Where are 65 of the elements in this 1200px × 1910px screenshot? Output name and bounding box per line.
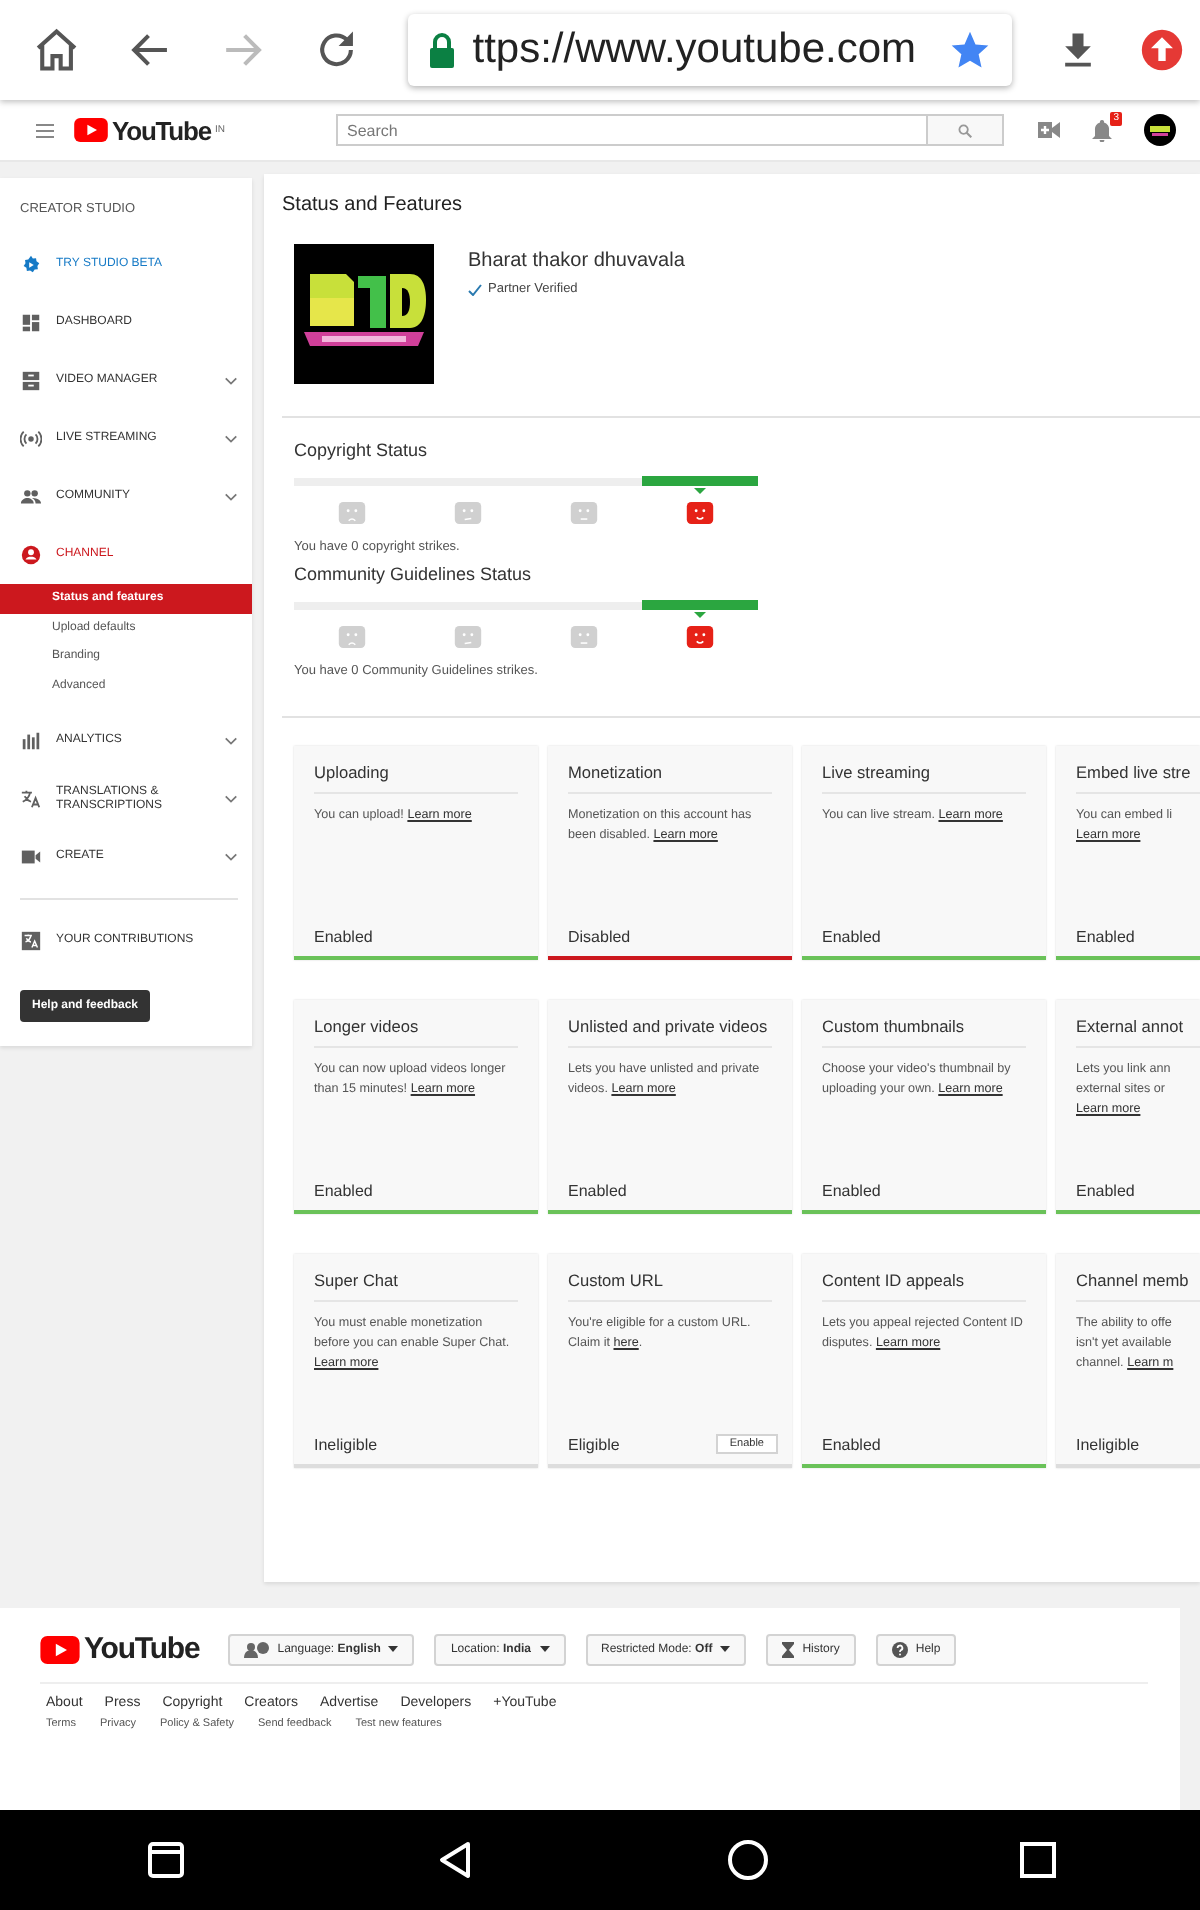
feature-status: Enabled bbox=[822, 1436, 881, 1454]
page-title: Status and Features bbox=[282, 194, 465, 216]
sidebar-item-icon bbox=[20, 370, 42, 392]
bell-icon[interactable] bbox=[1092, 119, 1112, 141]
sidebar-item-icon bbox=[20, 428, 42, 450]
sidebar-item-icon bbox=[20, 930, 42, 952]
feature-title: Super Chat bbox=[314, 1270, 518, 1302]
feature-title: Monetization bbox=[568, 762, 772, 794]
menu-icon[interactable] bbox=[36, 123, 54, 137]
feature-title: Live streaming bbox=[822, 762, 1026, 794]
feature-title: Channel memb bbox=[1076, 1270, 1200, 1302]
channel-name: Bharat thakor dhuvavala bbox=[468, 250, 685, 272]
back-triangle-icon[interactable] bbox=[435, 1840, 475, 1880]
sidebar-item-icon bbox=[20, 730, 42, 752]
star-icon[interactable] bbox=[948, 28, 993, 72]
youtube-logo-text[interactable]: YouTube bbox=[112, 115, 211, 145]
people-icon bbox=[243, 1641, 270, 1657]
feature-status: Enabled bbox=[314, 1182, 373, 1200]
youtube-logo-icon[interactable] bbox=[74, 118, 108, 142]
video-camera-icon[interactable] bbox=[1038, 122, 1060, 138]
feature-title: External annot bbox=[1076, 1016, 1200, 1048]
sidebar-item-icon bbox=[20, 486, 42, 508]
recent-apps-icon[interactable] bbox=[145, 1840, 185, 1880]
feature-title: Content ID appeals bbox=[822, 1270, 1026, 1302]
check-icon bbox=[468, 283, 482, 295]
sidebar-item-icon bbox=[20, 254, 42, 276]
sidebar-item-icon bbox=[20, 788, 42, 810]
lock-icon bbox=[428, 32, 457, 68]
status-title: Community Guidelines Status bbox=[294, 564, 534, 584]
youtube-logo-icon[interactable] bbox=[40, 1635, 80, 1663]
feature-status: Enabled bbox=[1076, 1182, 1135, 1200]
hourglass-icon bbox=[782, 1641, 795, 1657]
overview-square-icon[interactable] bbox=[1019, 1842, 1055, 1878]
feature-status: Ineligible bbox=[1076, 1436, 1140, 1454]
feature-title: Unlisted and private videos bbox=[568, 1016, 772, 1048]
feature-title: Embed live stre bbox=[1076, 762, 1200, 794]
feature-title: Custom URL bbox=[568, 1270, 772, 1302]
dropdown-arrow-icon bbox=[720, 1646, 731, 1652]
feature-status: Disabled bbox=[568, 928, 631, 946]
feature-status: Enabled bbox=[568, 1182, 627, 1200]
search-field[interactable]: Search bbox=[336, 114, 929, 146]
home-circle-icon[interactable] bbox=[725, 1838, 769, 1882]
dropdown-arrow-icon bbox=[539, 1646, 549, 1652]
dropdown-arrow-icon bbox=[388, 1646, 399, 1652]
status-title: Copyright Status bbox=[294, 440, 430, 460]
region-label: IN bbox=[214, 123, 225, 135]
feature-status: Ineligible bbox=[314, 1436, 378, 1454]
feature-title: Longer videos bbox=[314, 1016, 518, 1048]
upload-icon[interactable] bbox=[1140, 28, 1185, 72]
feature-title: Uploading bbox=[314, 762, 518, 794]
avatar-icon[interactable] bbox=[1144, 114, 1176, 146]
youtube-logo-text[interactable]: YouTube bbox=[84, 1632, 200, 1666]
feature-status: Eligible bbox=[568, 1435, 620, 1453]
feature-status: Enabled bbox=[822, 928, 881, 946]
home-icon[interactable] bbox=[32, 24, 82, 76]
sidebar-item-icon bbox=[20, 312, 42, 334]
url-text: ttps://www.youtube.com bbox=[472, 26, 917, 74]
feature-status: Enabled bbox=[1076, 928, 1135, 946]
feature-title: Custom thumbnails bbox=[822, 1016, 1026, 1048]
search-icon bbox=[958, 123, 973, 137]
sidebar-item-icon bbox=[20, 846, 42, 868]
feature-status: Enabled bbox=[822, 1182, 881, 1200]
feature-status: Enabled bbox=[314, 928, 373, 946]
help-icon bbox=[891, 1641, 908, 1657]
sidebar-item-icon bbox=[20, 544, 42, 566]
